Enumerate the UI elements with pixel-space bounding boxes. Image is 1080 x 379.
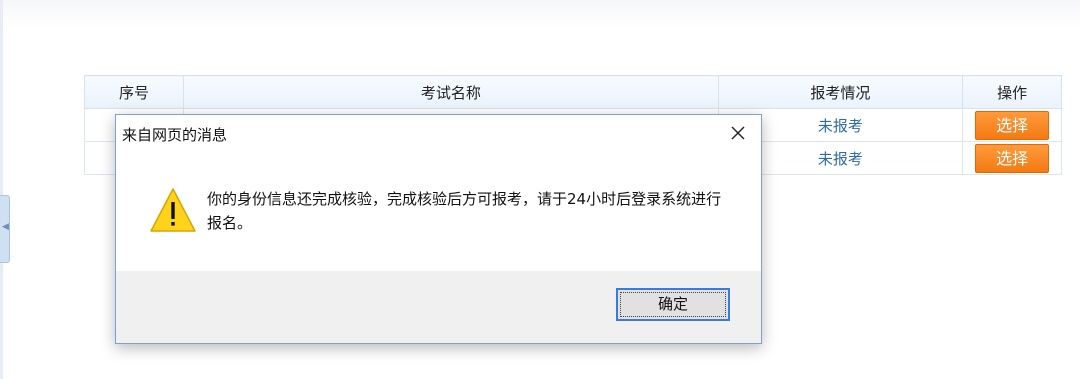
message-dialog: 来自网页的消息 你的身份信息还完成核验，完成核验后方可报考，请于24小时后登录系…	[115, 114, 762, 344]
header-no: 序号	[83, 75, 185, 109]
header-status: 报考情况	[717, 75, 964, 109]
table-header-row: 序号 考试名称 报考情况 操作	[83, 75, 1062, 109]
dialog-title: 来自网页的消息	[122, 126, 228, 144]
chevron-left-icon: ◀	[2, 222, 9, 232]
window-top-bar	[0, 0, 1080, 30]
cell-action: 选择	[962, 141, 1062, 175]
warning-icon	[150, 188, 196, 232]
dialog-message-area: 你的身份信息还完成核验，完成核验后方可报考，请于24小时后登录系统进行报名。	[116, 149, 761, 271]
close-icon	[731, 126, 745, 140]
status-text: 未报考	[817, 116, 863, 135]
close-button[interactable]	[721, 119, 755, 147]
sidebar-collapse-handle[interactable]: ◀	[0, 195, 10, 263]
focus-ring	[620, 292, 726, 317]
cell-action: 选择	[962, 108, 1062, 142]
select-button[interactable]: 选择	[975, 110, 1050, 140]
header-action: 操作	[962, 75, 1062, 109]
select-button[interactable]: 选择	[975, 143, 1050, 173]
dialog-message: 你的身份信息还完成核验，完成核验后方可报考，请于24小时后登录系统进行报名。	[207, 190, 722, 232]
header-exam-name: 考试名称	[183, 75, 719, 109]
dialog-button-bar: 确定	[116, 271, 761, 343]
ok-button[interactable]: 确定	[616, 288, 730, 321]
status-text: 未报考	[817, 149, 863, 168]
left-frame-border	[0, 0, 3, 379]
